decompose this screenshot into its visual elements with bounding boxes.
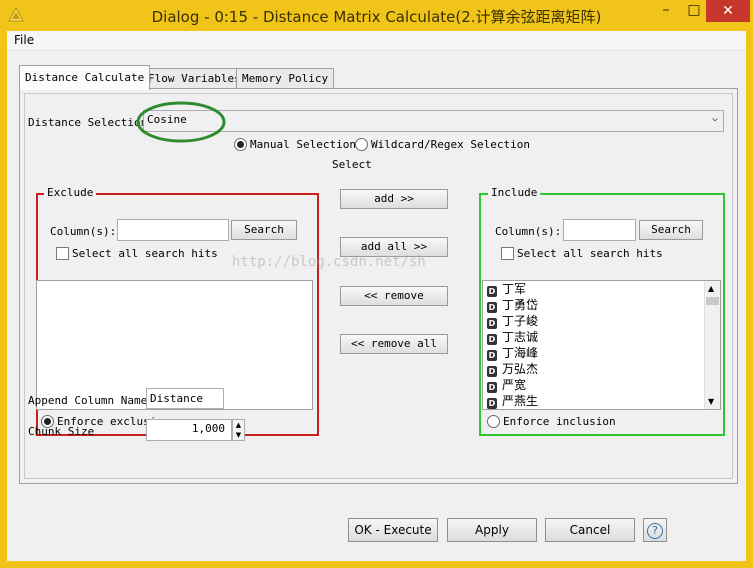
remove-button[interactable]: << remove — [340, 286, 448, 306]
ok-execute-button[interactable]: OK - Execute — [348, 518, 438, 542]
distance-selection-dropdown[interactable]: Cosine ⌵ — [143, 110, 724, 132]
string-column-icon: D — [487, 350, 497, 361]
distance-selection-label: Distance Selection — [28, 116, 148, 129]
list-item[interactable]: D 严宽 — [483, 377, 720, 393]
tab-flow-variables[interactable]: Flow Variables — [142, 68, 247, 89]
select-title: Select — [332, 158, 372, 171]
help-button[interactable]: ? — [643, 518, 667, 542]
exclude-select-all-checkbox[interactable] — [56, 247, 69, 260]
add-button[interactable]: add >> — [340, 189, 448, 209]
include-select-all-checkbox[interactable] — [501, 247, 514, 260]
include-search-input[interactable] — [563, 219, 636, 241]
apply-button[interactable]: Apply — [447, 518, 537, 542]
title-bar[interactable]: Dialog - 0:15 - Distance Matrix Calculat… — [0, 0, 753, 31]
chunk-size-label: Chunk Size — [28, 425, 95, 438]
enforce-inclusion-label: Enforce inclusion — [503, 415, 616, 428]
add-all-button[interactable]: add all >> — [340, 237, 448, 257]
chunk-size-stepper[interactable]: ▲ ▼ — [232, 419, 245, 441]
include-columns-label: Column(s): — [495, 225, 562, 238]
list-item[interactable]: D 丁勇岱 — [483, 297, 720, 313]
annotation-circle — [136, 101, 226, 143]
manual-selection-label: Manual Selection — [250, 138, 356, 151]
scroll-up-icon[interactable]: ▲ — [708, 284, 714, 293]
dialog-window: Dialog - 0:15 - Distance Matrix Calculat… — [0, 0, 753, 568]
scrollbar-thumb[interactable] — [706, 297, 719, 305]
list-item[interactable]: D 丁志诚 — [483, 329, 720, 345]
scroll-down-icon[interactable]: ▼ — [708, 397, 714, 406]
minimize-button[interactable]: – — [652, 0, 680, 22]
window-title: Dialog - 0:15 - Distance Matrix Calculat… — [151, 8, 602, 26]
include-search-button[interactable]: Search — [639, 220, 703, 240]
exclude-title: Exclude — [44, 186, 97, 199]
chunk-size-value: 1,000 — [191, 422, 225, 435]
tab-memory-policy[interactable]: Memory Policy — [236, 68, 335, 89]
list-item[interactable]: D 万弘杰 — [483, 361, 720, 377]
tab-panel: Distance Selection Cosine ⌵ Manual Selec… — [19, 88, 738, 484]
chevron-down-icon: ⌵ — [711, 113, 718, 124]
list-item[interactable]: D 丁海峰 — [483, 345, 720, 361]
cancel-button[interactable]: Cancel — [545, 518, 635, 542]
append-column-input[interactable] — [146, 388, 224, 409]
wildcard-selection-label: Wildcard/Regex Selection — [371, 138, 530, 151]
close-button[interactable]: ✕ — [706, 0, 750, 22]
include-title: Include — [488, 186, 541, 199]
string-column-icon: D — [487, 318, 497, 329]
help-icon: ? — [647, 523, 663, 539]
stepper-down-icon[interactable]: ▼ — [233, 430, 244, 440]
append-column-label: Append Column Name — [28, 394, 148, 407]
enforce-inclusion-radio[interactable] — [487, 415, 500, 428]
string-column-icon: D — [487, 382, 497, 393]
exclude-search-button[interactable]: Search — [231, 220, 297, 240]
remove-all-button[interactable]: << remove all — [340, 334, 448, 354]
menu-bar: File — [7, 31, 746, 51]
maximize-button[interactable]: □ — [680, 0, 708, 22]
settings-frame: Distance Selection Cosine ⌵ Manual Selec… — [24, 93, 733, 479]
string-column-icon: D — [487, 334, 497, 345]
wildcard-selection-radio[interactable] — [355, 138, 368, 151]
string-column-icon: D — [487, 286, 497, 297]
include-group: Include Column(s): Search Select all sea… — [479, 186, 725, 436]
exclude-search-input[interactable] — [117, 219, 229, 241]
stepper-up-icon[interactable]: ▲ — [233, 420, 244, 430]
exclude-select-all-label: Select all search hits — [72, 247, 218, 260]
list-item[interactable]: D 丁军 — [483, 281, 720, 297]
exclude-columns-label: Column(s): — [50, 225, 117, 238]
list-item[interactable]: D 严燕生 — [483, 393, 720, 409]
manual-selection-radio[interactable] — [234, 138, 247, 151]
chunk-size-spinner[interactable]: 1,000 — [146, 419, 232, 441]
include-select-all-label: Select all search hits — [517, 247, 663, 260]
include-list-scrollbar[interactable]: ▲ ▼ — [704, 281, 720, 409]
menu-file[interactable]: File — [14, 33, 34, 47]
string-column-icon: D — [487, 398, 497, 409]
list-item[interactable]: D 丁子峻 — [483, 313, 720, 329]
string-column-icon: D — [487, 302, 497, 313]
include-list[interactable]: D 丁军 D 丁勇岱 D 丁子峻 D 丁志诚 D 丁海峰 D 万弘杰 D 严宽 D 严燕生 ▲ … — [482, 280, 721, 410]
string-column-icon: D — [487, 366, 497, 377]
dialog-client-area: File Distance Calculate Flow Variables M… — [7, 31, 746, 561]
tab-distance-calculate[interactable]: Distance Calculate — [19, 65, 151, 90]
